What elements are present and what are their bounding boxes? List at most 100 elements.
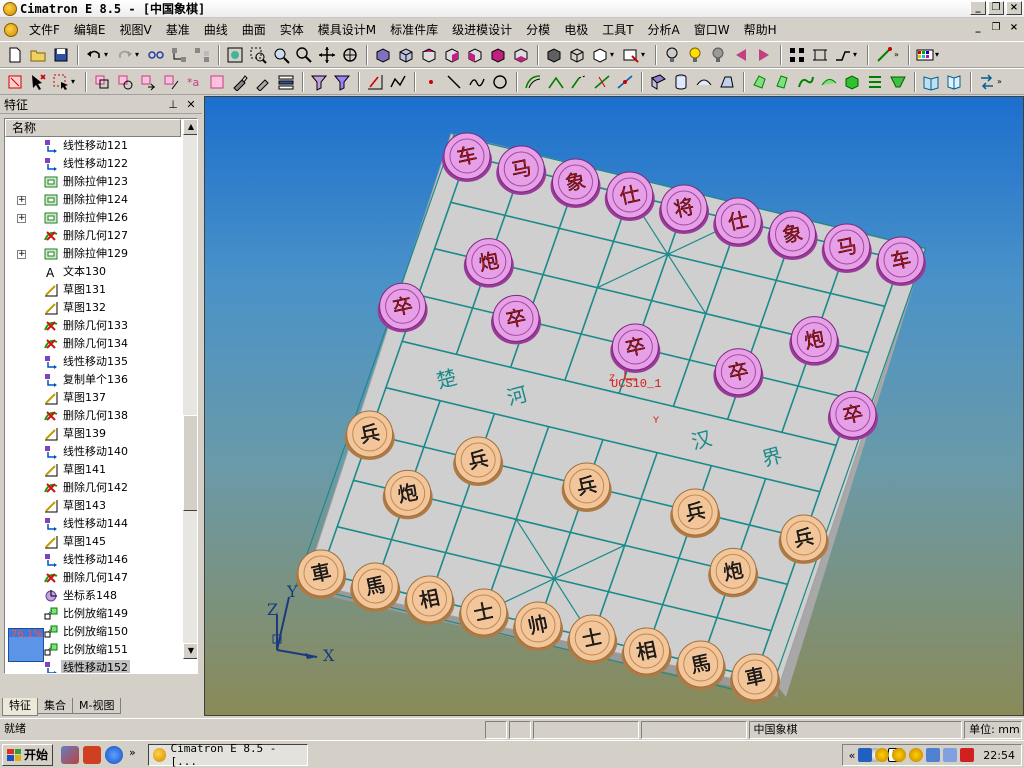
light-off-icon[interactable] — [707, 44, 729, 66]
menu-surface[interactable]: 曲面 — [235, 21, 273, 39]
render-dropdown-icon[interactable]: ▾ — [610, 50, 618, 59]
circle-icon[interactable] — [489, 71, 511, 93]
curve-divide-icon[interactable] — [614, 71, 636, 93]
redo-dropdown-icon[interactable]: ▾ — [135, 50, 143, 59]
menu-help[interactable]: 帮助H — [737, 21, 784, 39]
blank-all-icon[interactable] — [206, 71, 228, 93]
red-piece[interactable]: 象 — [550, 158, 601, 208]
draft-icon[interactable] — [887, 71, 909, 93]
feature-row[interactable]: 删除几何138 — [5, 407, 181, 425]
black-piece[interactable]: 士 — [458, 588, 509, 638]
feature-row[interactable]: 删除几何142 — [5, 479, 181, 497]
blend-icon[interactable] — [818, 71, 840, 93]
tree-vertical-scrollbar[interactable]: ▲ ▼ — [183, 119, 197, 659]
shell-icon[interactable] — [864, 71, 886, 93]
expand-icon[interactable]: + — [17, 250, 26, 259]
3d-viewport[interactable]: 楚河汉界 UCS10_1 Z Y 车马象仕将仕象马车炮炮卒卒卒卒卒兵兵兵兵兵炮炮… — [204, 96, 1024, 716]
toolbar2-more-icon[interactable]: » — [997, 77, 1005, 86]
view-left-icon[interactable] — [464, 44, 486, 66]
layers-icon[interactable] — [786, 44, 808, 66]
light-on-icon[interactable] — [684, 44, 706, 66]
red-piece[interactable]: 卒 — [490, 294, 541, 345]
black-piece[interactable]: 兵 — [453, 436, 504, 486]
filter-icon[interactable] — [308, 71, 330, 93]
feature-row[interactable]: A 文本130 — [5, 263, 181, 281]
show-desktop-icon[interactable] — [61, 745, 80, 764]
feature-row[interactable]: 删除几何133 — [5, 317, 181, 335]
pick-filter-icon[interactable] — [331, 71, 353, 93]
feature-row[interactable]: 线性移动140 — [5, 443, 181, 461]
red-piece[interactable]: 仕 — [604, 171, 655, 221]
black-piece[interactable]: 兵 — [344, 410, 395, 460]
features-dropdown-icon[interactable]: ▾ — [853, 50, 861, 59]
feature-row[interactable]: 复制单个136 — [5, 371, 181, 389]
tab-sets[interactable]: 集合 — [37, 698, 73, 714]
black-piece[interactable]: 馬 — [350, 562, 401, 612]
shading-icon[interactable] — [543, 44, 565, 66]
palette-dropdown-icon[interactable]: ▾ — [935, 50, 943, 59]
black-piece[interactable]: 車 — [730, 653, 780, 703]
feature-row[interactable]: + 删除拉伸129 — [5, 245, 181, 263]
open-folder-icon[interactable] — [27, 44, 49, 66]
line-icon[interactable] — [443, 71, 465, 93]
curve-offset-icon[interactable] — [522, 71, 544, 93]
pointer-icon[interactable] — [27, 71, 49, 93]
expand-icon[interactable]: + — [17, 214, 26, 223]
surface-icon[interactable] — [647, 71, 669, 93]
red-piece[interactable]: 将 — [659, 184, 709, 234]
menu-window[interactable]: 窗口W — [687, 21, 737, 39]
revolve-icon[interactable] — [772, 71, 794, 93]
menu-standard-parts[interactable]: 标准件库 — [383, 21, 445, 39]
parts-tree-icon[interactable] — [191, 44, 213, 66]
light-bulb-icon[interactable] — [661, 44, 683, 66]
menu-edit[interactable]: 编辑E — [67, 21, 113, 39]
spline-icon[interactable] — [466, 71, 488, 93]
black-piece[interactable]: 車 — [296, 549, 346, 599]
feature-row[interactable]: 草图141 — [5, 461, 181, 479]
red-piece[interactable]: 车 — [442, 132, 492, 182]
cylinder-icon[interactable] — [670, 71, 692, 93]
black-piece[interactable]: 炮 — [708, 547, 759, 598]
menu-curve[interactable]: 曲线 — [197, 21, 235, 39]
document-menu-icon[interactable] — [4, 22, 18, 37]
feature-row[interactable]: 草图137 — [5, 389, 181, 407]
tray-app-icon[interactable] — [858, 748, 873, 762]
restore-button[interactable]: ❐ — [988, 1, 1004, 15]
feature-row[interactable]: 删除几何134 — [5, 335, 181, 353]
menu-electrode[interactable]: 电极 — [557, 21, 595, 39]
expand-icon[interactable]: + — [17, 196, 26, 205]
feature-row[interactable]: 线性移动122 — [5, 155, 181, 173]
red-piece[interactable]: 卒 — [377, 282, 428, 333]
paint-color-icon[interactable] — [252, 71, 274, 93]
toolbar-more-icon[interactable]: » — [894, 50, 902, 59]
scroll-up-icon[interactable]: ▲ — [183, 119, 197, 135]
wireframe-icon[interactable] — [566, 44, 588, 66]
scroll-thumb[interactable] — [183, 415, 197, 511]
view-front-icon[interactable] — [395, 44, 417, 66]
red-piece[interactable]: 马 — [821, 223, 872, 273]
close-button[interactable]: × — [1006, 1, 1022, 15]
composite-curve-icon[interactable] — [387, 71, 409, 93]
menu-datum[interactable]: 基准 — [159, 21, 197, 39]
sketcher-icon[interactable] — [364, 71, 386, 93]
select-dropdown-icon[interactable]: ▾ — [71, 77, 79, 86]
feature-row[interactable]: + 删除拉伸124 — [5, 191, 181, 209]
feature-row[interactable]: 草图131 — [5, 281, 181, 299]
feature-row[interactable]: 线性移动121 — [5, 137, 181, 155]
feature-row[interactable]: 删除几何147 — [5, 569, 181, 587]
feature-row[interactable]: 草图139 — [5, 425, 181, 443]
quick-launch-more-icon[interactable]: » — [129, 746, 136, 764]
feature-row[interactable]: 线性移动146 — [5, 551, 181, 569]
assembly-tree-icon[interactable] — [168, 44, 190, 66]
feature-row[interactable]: + 删除拉伸126 — [5, 209, 181, 227]
new-file-icon[interactable] — [4, 44, 26, 66]
curve-extend-icon[interactable] — [568, 71, 590, 93]
red-piece[interactable]: 马 — [496, 145, 547, 195]
patch-icon[interactable] — [841, 71, 863, 93]
red-piece[interactable]: 炮 — [789, 316, 840, 366]
dimension-icon[interactable] — [809, 44, 831, 66]
curve-split-icon[interactable] — [591, 71, 613, 93]
minimize-button[interactable]: _ — [970, 1, 986, 15]
scroll-down-icon[interactable]: ▼ — [183, 643, 197, 659]
curve-trim-icon[interactable] — [545, 71, 567, 93]
